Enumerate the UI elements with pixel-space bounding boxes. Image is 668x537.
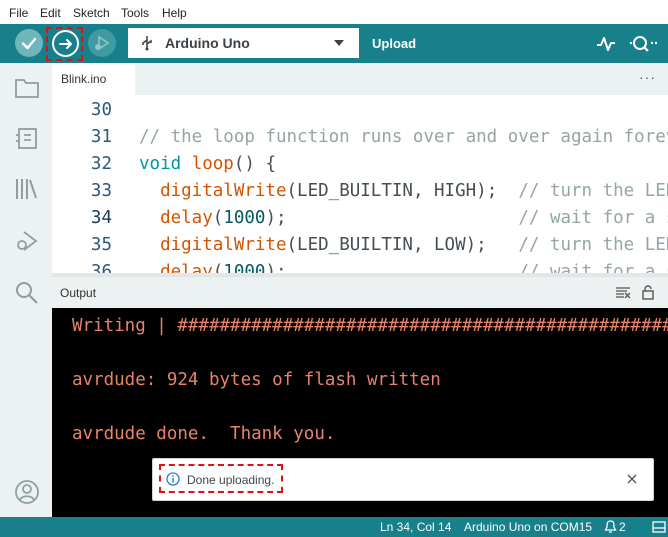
upload-hover-label: Upload bbox=[372, 36, 417, 51]
serial-monitor-icon[interactable] bbox=[629, 34, 657, 54]
output-line: avrdude done. Thank you. bbox=[72, 424, 336, 444]
verify-button[interactable] bbox=[15, 29, 43, 57]
toast-message: Done uploading. bbox=[187, 473, 275, 487]
line-number: 31 bbox=[90, 127, 112, 147]
code-line: digitalWrite(LED_BUILTIN, HIGH); // turn… bbox=[160, 181, 668, 201]
lock-icon[interactable] bbox=[642, 285, 654, 300]
menu-sketch[interactable]: Sketch bbox=[73, 6, 110, 20]
folder-icon[interactable] bbox=[14, 75, 40, 101]
board-selector[interactable]: Arduino Uno bbox=[128, 28, 359, 58]
output-title: Output bbox=[60, 286, 97, 300]
menu-bar: File Edit Sketch Tools Help bbox=[0, 0, 668, 24]
debug-play-icon bbox=[95, 35, 110, 51]
close-icon[interactable] bbox=[627, 474, 637, 484]
debug-icon[interactable] bbox=[14, 228, 40, 254]
menu-help[interactable]: Help bbox=[162, 6, 187, 20]
upload-highlight bbox=[46, 27, 83, 61]
line-number-current: 34 bbox=[90, 208, 112, 228]
caret-down-icon bbox=[334, 40, 344, 46]
search-icon[interactable] bbox=[14, 280, 40, 306]
code-line: digitalWrite(LED_BUILTIN, LOW); // turn … bbox=[160, 235, 668, 255]
toolbar: Arduino Uno Upload bbox=[0, 24, 668, 63]
line-number: 33 bbox=[90, 181, 112, 201]
clear-output-icon[interactable] bbox=[615, 287, 631, 299]
toggle-panel-icon[interactable] bbox=[652, 521, 666, 533]
tab-blink[interactable]: Blink.ino bbox=[52, 63, 135, 95]
toast-message-highlight: Done uploading. bbox=[159, 464, 283, 493]
tab-bar: Blink.ino ··· bbox=[52, 63, 668, 95]
line-number: 30 bbox=[90, 100, 112, 120]
tab-label: Blink.ino bbox=[61, 72, 107, 86]
menu-edit[interactable]: Edit bbox=[40, 6, 61, 20]
code-line: delay(1000); // wait for a second bbox=[160, 208, 668, 228]
info-icon bbox=[166, 472, 180, 486]
tab-more-button[interactable]: ··· bbox=[639, 69, 656, 85]
board-manager-icon[interactable] bbox=[14, 125, 40, 151]
library-icon[interactable] bbox=[14, 176, 40, 202]
sidebar bbox=[0, 63, 52, 517]
output-line: Writing | ##############################… bbox=[72, 316, 668, 336]
check-circle-icon bbox=[21, 37, 37, 50]
cursor-position[interactable]: Ln 34, Col 14 bbox=[380, 520, 451, 534]
bell-icon[interactable] bbox=[604, 520, 617, 534]
output-header: Output bbox=[52, 276, 668, 309]
status-bar: Ln 34, Col 14 Arduino Uno on COM15 2 bbox=[0, 517, 668, 537]
code-editor[interactable]: 30 31 32 33 34 35 36 // the loop functio… bbox=[52, 95, 668, 276]
board-name: Arduino Uno bbox=[165, 35, 250, 51]
output-line: avrdude: 924 bytes of flash written bbox=[72, 370, 441, 390]
upload-notification: Done uploading. bbox=[152, 458, 654, 501]
account-icon[interactable] bbox=[14, 479, 40, 505]
line-number: 32 bbox=[90, 154, 112, 174]
code-line: // the loop function runs over and over … bbox=[139, 127, 668, 147]
notification-count: 2 bbox=[619, 520, 626, 534]
usb-icon bbox=[142, 36, 152, 51]
menu-tools[interactable]: Tools bbox=[121, 6, 149, 20]
debug-button[interactable] bbox=[88, 29, 116, 57]
code-line: void loop() { bbox=[139, 154, 277, 174]
serial-plotter-icon[interactable] bbox=[596, 35, 616, 53]
line-number: 35 bbox=[90, 235, 112, 255]
board-port[interactable]: Arduino Uno on COM15 bbox=[464, 520, 592, 534]
menu-file[interactable]: File bbox=[9, 6, 28, 20]
